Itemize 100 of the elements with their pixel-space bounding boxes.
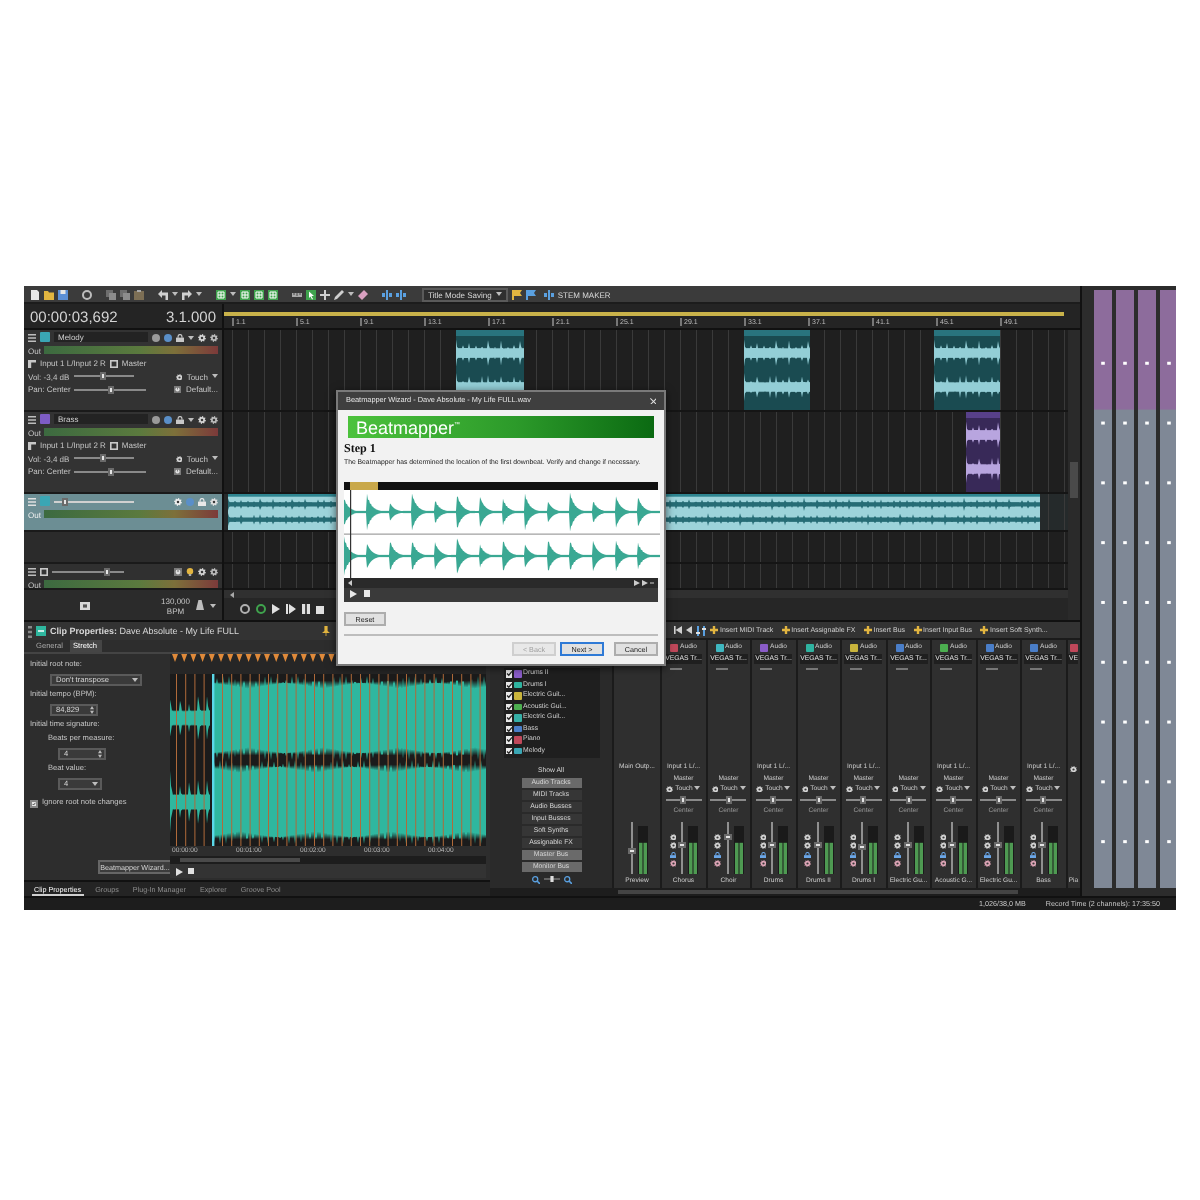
volume-fader[interactable] <box>813 821 821 873</box>
square-icon[interactable] <box>80 601 90 609</box>
gear-icon[interactable] <box>210 497 218 506</box>
spin-arrows-icon[interactable] <box>90 706 94 714</box>
caret-icon[interactable] <box>210 603 216 607</box>
gear-icon[interactable] <box>669 833 676 840</box>
clipboard-icon[interactable] <box>134 289 144 299</box>
lock-icon[interactable] <box>939 851 946 858</box>
square-icon[interactable] <box>40 567 48 576</box>
lock-icon[interactable] <box>894 851 901 858</box>
gear-icon[interactable] <box>849 860 856 867</box>
back-icon[interactable] <box>686 626 692 634</box>
scrollbar[interactable] <box>344 577 658 587</box>
ring-icon[interactable] <box>82 289 92 299</box>
gear-icon[interactable] <box>1026 785 1034 792</box>
checkbox[interactable] <box>505 703 512 710</box>
pin-icon[interactable] <box>322 626 330 636</box>
gear-icon[interactable] <box>210 567 218 576</box>
caret-icon[interactable] <box>694 786 701 791</box>
gear-icon[interactable] <box>669 842 676 849</box>
grid-icon[interactable] <box>268 289 278 299</box>
gear-icon[interactable] <box>849 842 856 849</box>
play-icon[interactable] <box>176 867 183 875</box>
corner-icon[interactable] <box>28 359 36 368</box>
volume-fader[interactable] <box>1038 821 1046 873</box>
corner-icon[interactable] <box>28 441 36 450</box>
pan-slider[interactable] <box>1025 795 1062 804</box>
gear-icon[interactable] <box>984 842 991 849</box>
slider-thumb[interactable] <box>1040 795 1047 804</box>
slider-thumb[interactable] <box>903 841 911 848</box>
caret-icon[interactable] <box>1009 786 1016 791</box>
plus-icon[interactable] <box>863 626 872 634</box>
checkbox[interactable] <box>505 747 512 754</box>
slider-thumb[interactable] <box>107 385 114 394</box>
checkbox[interactable] <box>505 736 512 743</box>
gear-icon[interactable] <box>759 833 766 840</box>
volume-fader[interactable] <box>678 821 686 873</box>
gear-icon[interactable] <box>714 833 721 840</box>
gear-icon[interactable] <box>894 860 901 867</box>
gear-icon[interactable] <box>1029 842 1036 849</box>
slider-thumb[interactable] <box>993 841 1001 848</box>
gear-icon[interactable] <box>894 842 901 849</box>
stop-icon[interactable] <box>316 605 324 613</box>
gear-icon[interactable] <box>939 842 946 849</box>
save-icon[interactable] <box>58 289 68 299</box>
lock-icon[interactable] <box>804 851 811 858</box>
plus-icon[interactable] <box>781 626 790 634</box>
slider-thumb[interactable] <box>770 795 777 804</box>
gear-icon[interactable] <box>849 833 856 840</box>
slider-thumb[interactable] <box>61 497 68 506</box>
slider-thumb[interactable] <box>995 795 1002 804</box>
caret-icon[interactable] <box>212 456 218 461</box>
circle-icon[interactable] <box>152 415 160 424</box>
caret-icon[interactable] <box>964 786 971 791</box>
lock-icon[interactable] <box>669 851 676 858</box>
slider-thumb[interactable] <box>948 841 956 848</box>
gear-icon[interactable] <box>198 567 206 576</box>
audio-clip-drawing[interactable] <box>744 330 810 410</box>
slider-thumb[interactable] <box>725 795 732 804</box>
pan-slider[interactable] <box>710 795 747 804</box>
eraser-icon[interactable] <box>358 289 368 299</box>
checkbox[interactable] <box>505 670 512 677</box>
zoom-in-icon[interactable] <box>531 875 539 883</box>
checkbox[interactable] <box>505 714 512 721</box>
metronome-icon[interactable] <box>196 600 204 610</box>
cursor-icon[interactable] <box>306 289 316 299</box>
audio-clip-drawing[interactable] <box>966 412 1000 492</box>
gear-icon[interactable] <box>210 333 218 342</box>
menu-icon[interactable] <box>28 567 36 576</box>
spin-arrows-icon[interactable] <box>98 750 102 758</box>
caret-icon[interactable] <box>495 292 502 296</box>
gear-icon[interactable] <box>804 833 811 840</box>
grid-icon[interactable] <box>240 289 250 299</box>
volume-fader[interactable] <box>948 821 956 873</box>
slider-thumb[interactable] <box>860 795 867 804</box>
plus-icon[interactable] <box>913 626 922 634</box>
sliders-icon[interactable] <box>696 625 706 635</box>
slider-thumb[interactable] <box>100 372 107 381</box>
checkbox[interactable] <box>30 799 38 807</box>
bars-icon[interactable] <box>382 289 392 299</box>
caret-icon[interactable] <box>172 292 178 296</box>
gear-icon[interactable] <box>198 333 206 342</box>
gear-icon[interactable] <box>714 842 721 849</box>
caret-icon[interactable] <box>92 782 98 786</box>
gear-icon[interactable] <box>894 833 901 840</box>
slider-thumb[interactable] <box>950 795 957 804</box>
slider-thumb[interactable] <box>813 841 821 848</box>
caret-icon[interactable] <box>212 374 218 379</box>
gear-icon[interactable] <box>984 833 991 840</box>
slider-thumb[interactable] <box>1038 841 1046 848</box>
plus-icon[interactable] <box>980 626 989 634</box>
caret-icon[interactable] <box>132 678 138 682</box>
plus-icon[interactable] <box>710 626 718 634</box>
knob-icon[interactable] <box>174 386 182 393</box>
checkbox[interactable] <box>505 725 512 732</box>
pause-icon[interactable] <box>302 604 310 614</box>
lock-icon[interactable] <box>849 851 856 858</box>
circle-icon[interactable] <box>164 415 172 424</box>
caret-icon[interactable] <box>196 292 202 296</box>
gear-icon[interactable] <box>756 785 764 792</box>
